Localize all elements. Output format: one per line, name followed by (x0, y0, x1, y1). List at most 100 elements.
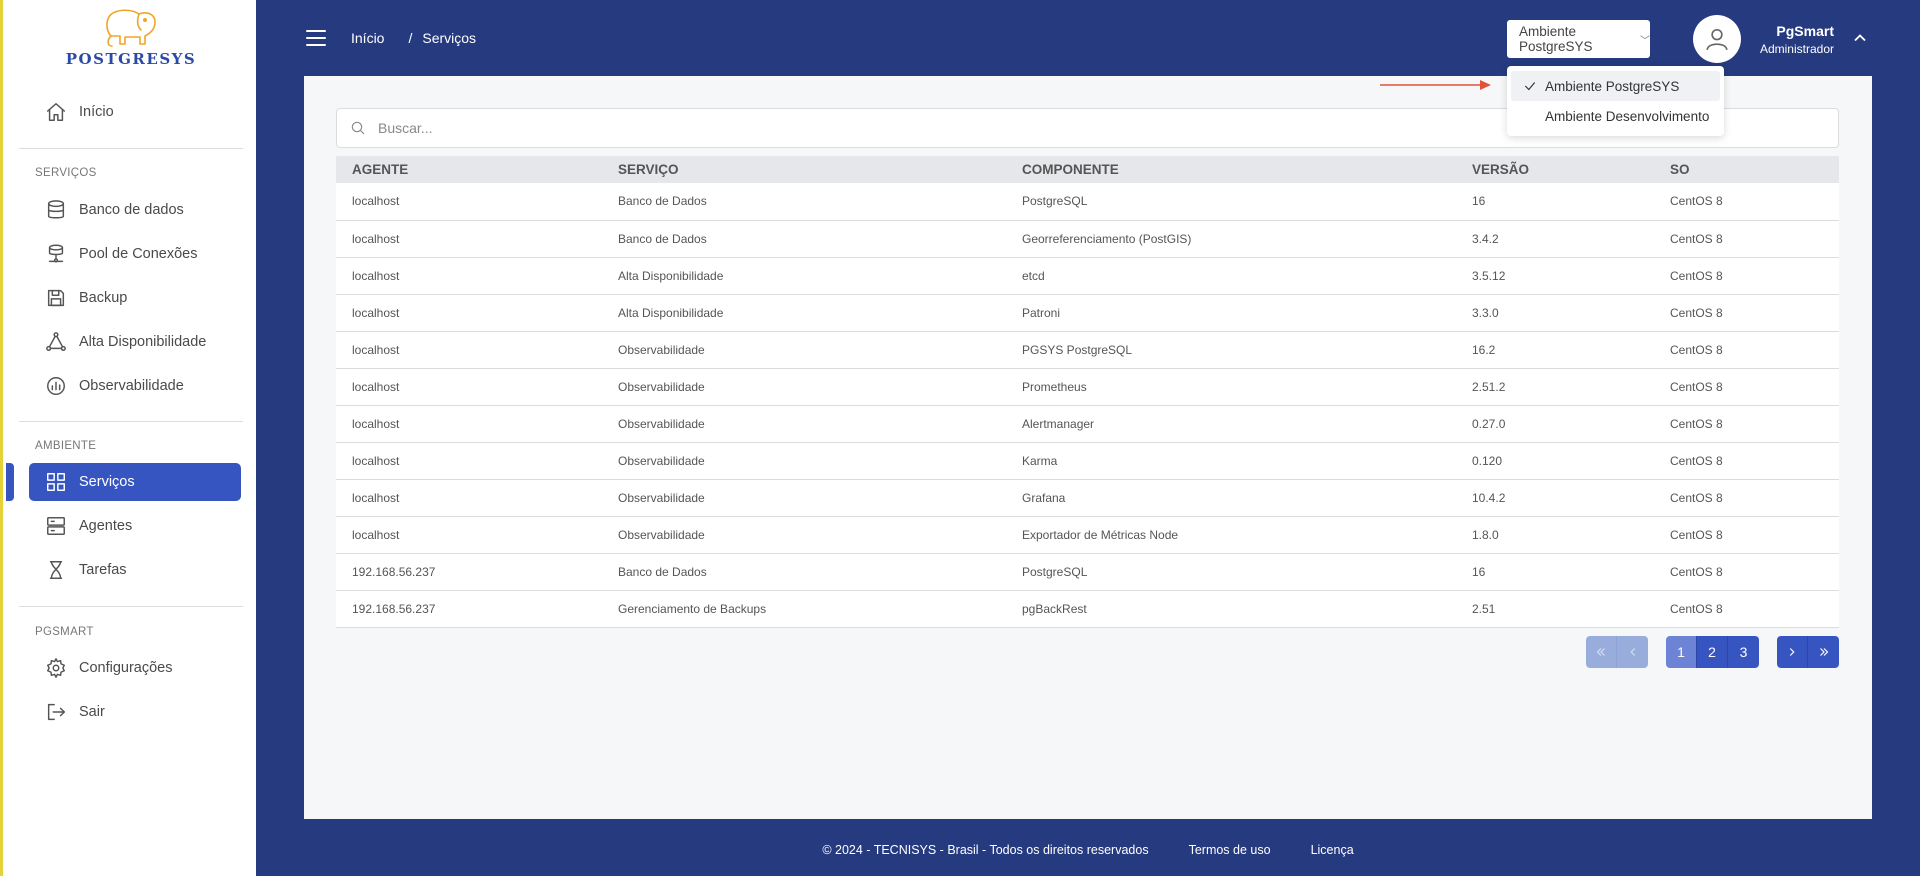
cell-componente: Patroni (1006, 294, 1456, 332)
column-header-so[interactable]: SO (1654, 156, 1839, 183)
menu-toggle-button[interactable] (306, 30, 326, 46)
sidebar-item-banco-de-dados[interactable]: Banco de dados (29, 191, 241, 229)
cell-servico: Observabilidade (602, 405, 1006, 443)
cell-componente: Alertmanager (1006, 405, 1456, 443)
cell-componente: Prometheus (1006, 368, 1456, 406)
network-icon (43, 329, 69, 355)
cell-componente: PostgreSQL (1006, 553, 1456, 591)
column-header-versao[interactable]: VERSÃO (1456, 156, 1654, 183)
cell-servico: Gerenciamento de Backups (602, 590, 1006, 628)
breadcrumb-home-link[interactable]: Início (351, 30, 384, 46)
sidebar-item-label: Alta Disponibilidade (79, 334, 207, 350)
gear-icon (43, 655, 69, 681)
sidebar-item-servicos[interactable]: Serviços (29, 463, 241, 501)
sidebar-divider (19, 148, 243, 149)
table-row[interactable]: localhost Observabilidade Prometheus 2.51.2… (336, 368, 1839, 406)
page-button-2[interactable]: 2 (1697, 636, 1728, 668)
cell-versao: 0.120 (1456, 442, 1654, 480)
cell-componente: PGSYS PostgreSQL (1006, 331, 1456, 369)
sidebar-item-sair[interactable]: Sair (29, 693, 241, 731)
cell-agente: 192.168.56.237 (336, 590, 602, 628)
table-row[interactable]: localhost Banco de Dados Georreferenciamen… (336, 220, 1839, 258)
section-title-servicos: SERVIÇOS (35, 167, 97, 179)
cell-componente: etcd (1006, 257, 1456, 295)
sidebar-item-backup[interactable]: Backup (29, 279, 241, 317)
sidebar-divider (19, 421, 243, 422)
user-role: Administrador (1759, 42, 1834, 56)
dropdown-option-ambiente-postgresys[interactable]: Ambiente PostgreSYS (1511, 71, 1720, 101)
cell-agente: 192.168.56.237 (336, 553, 602, 591)
table-row[interactable]: localhost Observabilidade PGSYS PostgreSQL… (336, 331, 1839, 369)
brand-logo[interactable]: POSTGRESYS (41, 6, 221, 72)
cell-agente: localhost (336, 442, 602, 480)
services-table: AGENTE SERVIÇO COMPONENTE VERSÃO SO loca… (336, 156, 1839, 628)
prev-page-button[interactable] (1617, 636, 1648, 668)
table-row[interactable]: localhost Banco de Dados PostgreSQL 16 CentO… (336, 183, 1839, 221)
table-row[interactable]: localhost Observabilidade Exportador de Mé… (336, 516, 1839, 554)
double-chevron-left-icon (1596, 648, 1605, 656)
cell-agente: localhost (336, 405, 602, 443)
section-title-ambiente: AMBIENTE (35, 440, 97, 452)
cell-versao: 3.4.2 (1456, 220, 1654, 258)
cell-versao: 3.3.0 (1456, 294, 1654, 332)
last-page-button[interactable] (1808, 636, 1839, 668)
environment-dropdown-menu: Ambiente PostgreSYS Ambiente Desenvolvim… (1507, 66, 1724, 136)
cell-servico: Alta Disponibilidade (602, 257, 1006, 295)
sidebar-item-label: Serviços (79, 474, 135, 490)
cell-so: CentOS 8 (1654, 183, 1839, 221)
page-button-3[interactable]: 3 (1728, 636, 1759, 668)
check-icon (1523, 79, 1537, 93)
sidebar-item-configuracoes[interactable]: Configurações (29, 649, 241, 687)
table-row[interactable]: localhost Alta Disponibilidade Patroni 3.3.… (336, 294, 1839, 332)
cell-versao: 2.51 (1456, 590, 1654, 628)
cell-versao: 16 (1456, 183, 1654, 221)
column-header-componente[interactable]: COMPONENTE (1006, 156, 1456, 183)
sidebar-item-pool-de-conexoes[interactable]: Pool de Conexões (29, 235, 241, 273)
cell-so: CentOS 8 (1654, 405, 1839, 443)
terms-link[interactable]: Termos de uso (1189, 843, 1271, 857)
sidebar-item-tarefas[interactable]: Tarefas (29, 551, 241, 589)
table-row[interactable]: 192.168.56.237 Gerenciamento de Backups pg… (336, 590, 1839, 628)
chevron-up-icon[interactable] (1850, 28, 1870, 48)
cell-so: CentOS 8 (1654, 479, 1839, 517)
double-chevron-right-icon (1819, 648, 1828, 656)
cell-componente: Karma (1006, 442, 1456, 480)
sidebar-item-label: Banco de dados (79, 202, 184, 218)
pager-pages: 1 2 3 (1666, 636, 1759, 668)
cell-so: CentOS 8 (1654, 220, 1839, 258)
first-page-button[interactable] (1586, 636, 1617, 668)
cell-versao: 1.8.0 (1456, 516, 1654, 554)
cell-agente: localhost (336, 479, 602, 517)
table-row[interactable]: localhost Alta Disponibilidade etcd 3.5.12 C… (336, 257, 1839, 295)
table-row[interactable]: localhost Observabilidade Grafana 10.4.2 Cen… (336, 479, 1839, 517)
table-row[interactable]: localhost Observabilidade Karma 0.120 CentOS… (336, 442, 1839, 480)
license-link[interactable]: Licença (1311, 843, 1354, 857)
chart-icon (43, 373, 69, 399)
page-button-1[interactable]: 1 (1666, 636, 1697, 668)
sidebar-item-alta-disponibilidade[interactable]: Alta Disponibilidade (29, 323, 241, 361)
brand-name: POSTGRESYS (65, 50, 197, 68)
search-icon (351, 121, 365, 135)
sidebar-item-agentes[interactable]: Agentes (29, 507, 241, 545)
sidebar-item-inicio[interactable]: Início (29, 93, 241, 131)
avatar[interactable] (1693, 15, 1741, 63)
dropdown-option-label: Ambiente PostgreSYS (1545, 78, 1680, 94)
dropdown-option-ambiente-desenvolvimento[interactable]: Ambiente Desenvolvimento (1511, 101, 1720, 131)
table-row[interactable]: 192.168.56.237 Banco de Dados PostgreSQL 16… (336, 553, 1839, 591)
sidebar-item-label: Pool de Conexões (79, 246, 198, 262)
next-page-button[interactable] (1777, 636, 1808, 668)
environment-select[interactable]: Ambiente PostgreSYS ﹀ (1507, 20, 1650, 58)
server-icon (43, 513, 69, 539)
cell-so: CentOS 8 (1654, 442, 1839, 480)
column-header-servico[interactable]: SERVIÇO (602, 156, 1006, 183)
chevron-left-icon (1629, 648, 1635, 656)
table-row[interactable]: localhost Observabilidade Alertmanager 0.27… (336, 405, 1839, 443)
sidebar-item-observabilidade[interactable]: Observabilidade (29, 367, 241, 405)
column-header-agente[interactable]: AGENTE (336, 156, 602, 183)
cell-agente: localhost (336, 294, 602, 332)
cell-versao: 10.4.2 (1456, 479, 1654, 517)
cell-servico: Observabilidade (602, 479, 1006, 517)
cell-servico: Banco de Dados (602, 553, 1006, 591)
cell-so: CentOS 8 (1654, 553, 1839, 591)
sidebar-item-label: Início (79, 104, 114, 120)
